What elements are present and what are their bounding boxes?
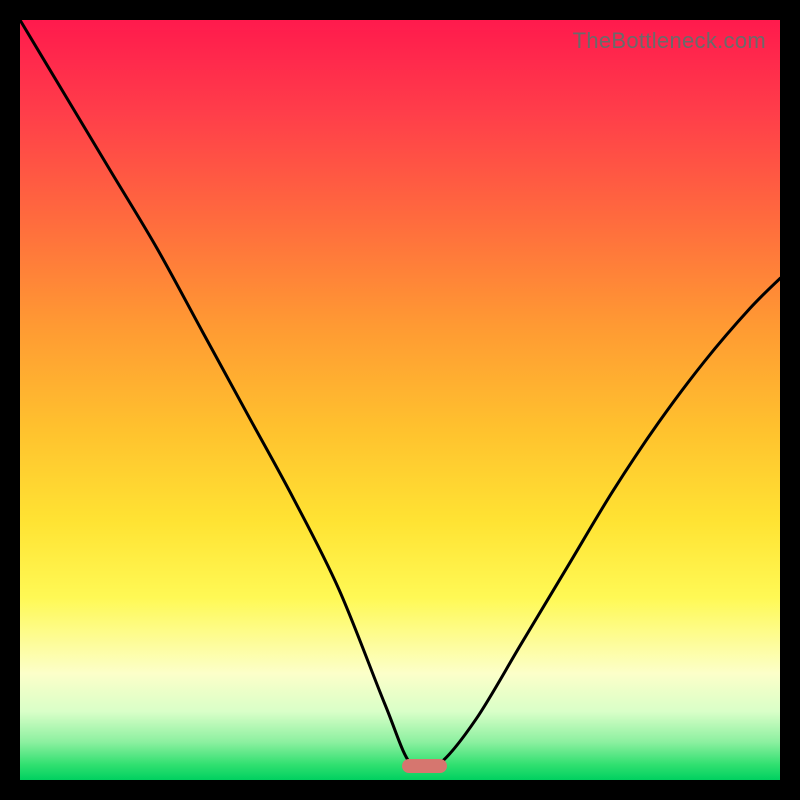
bottleneck-curve [20, 20, 780, 780]
chart-gradient-background: TheBottleneck.com [20, 20, 780, 780]
optimal-point-marker [402, 759, 448, 773]
chart-frame: TheBottleneck.com [10, 10, 790, 790]
watermark-text: TheBottleneck.com [573, 28, 766, 54]
